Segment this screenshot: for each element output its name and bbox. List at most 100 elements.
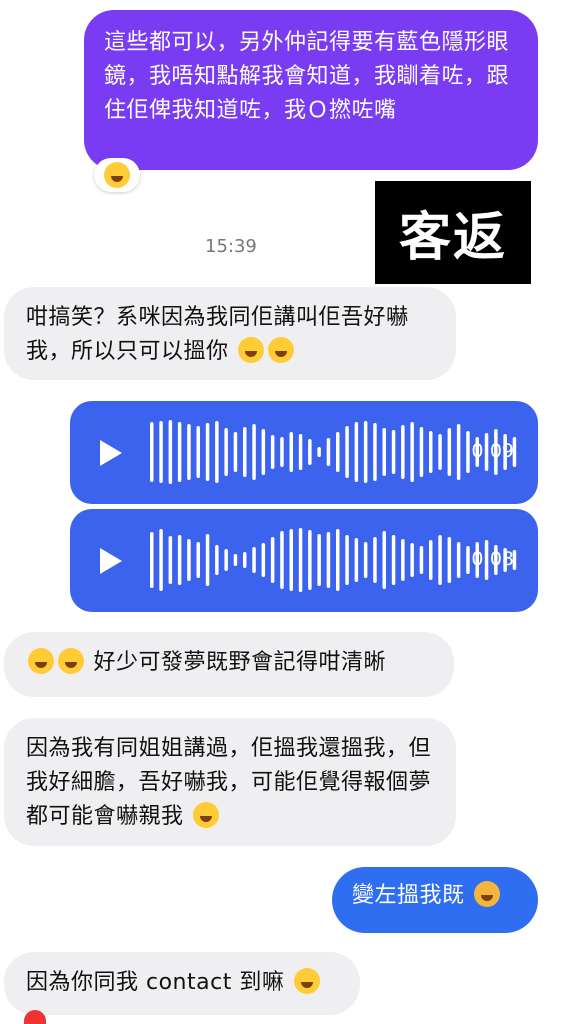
waveform-bar [354,422,359,482]
waveform-bar [429,540,433,580]
message-text: 因為你同我 contact 到嘛 [26,970,285,995]
waveform-bar [401,425,405,479]
message-text: 因為我有同姐姐講過，佢搵我還搵我，但我好細膽，吾好嚇我，可能佢覺得報個夢都可能會… [26,736,432,829]
waveform-bar [317,534,321,586]
waveform-bar [354,538,359,582]
waveform-bar [456,542,461,578]
waveform-bar [261,543,266,577]
waveform [150,528,517,592]
waveform-bar [215,545,219,575]
waveform-bar [298,528,303,592]
incoming-message[interactable]: 好少可發夢既野會記得咁清晰 [4,632,454,697]
waveform-bar [317,447,321,457]
waveform-bar [177,535,182,585]
waveform-bar [215,421,219,483]
overlay-badge: 客返 [375,181,531,284]
waveform-bar [243,552,247,568]
waveform-bar [438,434,442,470]
incoming-message[interactable]: 咁搞笑？系咪因為我同佢講叫佢吾好嚇我，所以只可以搵你 [4,287,456,380]
waveform-bar [401,539,405,581]
outgoing-message[interactable]: 這些都可以，另外仲記得要有藍色隱形眼鏡，我唔知點解我會知道，我瞓着咗，跟住佢俾我… [84,10,538,170]
incoming-message[interactable]: 因為你同我 contact 到嘛 [4,952,360,1015]
waveform-bar [280,531,284,589]
waveform-bar [382,428,386,476]
waveform-bar [382,531,386,589]
waveform-bar [168,536,173,584]
waveform-bar [308,439,312,465]
rofl-emoji-icon [193,802,220,828]
waveform-bar [159,421,163,483]
waveform-bar [456,424,461,480]
waveform-bar [447,428,452,476]
voice-duration: 0:08 [471,548,514,570]
waveform-bar [177,422,182,482]
message-text: 這些都可以，另外仲記得要有藍色隱形眼鏡，我唔知點解我會知道，我瞓着咗，跟住佢俾我… [104,30,510,123]
waveform-bar [419,427,424,477]
rofl-emoji-icon [268,337,295,363]
waveform-bar [373,423,377,481]
rofl-emoji-icon [28,648,54,674]
waveform-bar [280,437,284,467]
incoming-message[interactable]: 因為我有同姐姐講過，佢搵我還搵我，但我好細膽，吾好嚇我，可能佢覺得報個夢都可能會… [4,718,456,846]
waveform-bar [363,421,368,483]
waveform-bar [168,420,173,484]
waveform-bar [410,422,414,482]
play-icon[interactable] [100,440,122,466]
voice-message[interactable]: 0:08 [70,509,538,612]
waveform-bar [336,432,340,472]
laugh-emoji-icon [104,162,130,188]
message-text: 咁搞笑？系咪因為我同佢講叫佢吾好嚇我，所以只可以搵你 [26,305,409,364]
laugh-emoji-icon [293,968,320,994]
waveform-bar [289,529,293,591]
waveform-bar [447,537,452,583]
message-reaction[interactable] [94,158,140,192]
waveform-bar [205,534,210,586]
waveform-bar [363,542,368,578]
waveform-bar [373,537,377,583]
waveform-bar [298,434,303,470]
waveform-bar [438,535,442,585]
waveform-bar [233,554,238,566]
waveform-bar [466,431,470,473]
timestamp: 15:39 [205,236,257,257]
outgoing-message[interactable]: 變左搵我既 [332,867,538,933]
waveform-bar [196,426,200,478]
waveform-bar [243,427,247,477]
voice-duration: 0:09 [471,440,514,462]
waveform-bar [233,432,238,472]
waveform-bar [187,539,191,581]
waveform-bar [345,535,349,585]
play-icon[interactable] [100,548,122,574]
waveform-bar [224,428,228,476]
waveform-bar [429,431,433,473]
waveform-bar [261,429,266,475]
waveform-bar [205,423,210,481]
waveform-bar [150,422,154,482]
waveform-bar [252,424,256,480]
waveform-bar [150,532,154,588]
waveform-bar [419,546,424,574]
message-text: 變左搵我既 [352,883,465,908]
rofl-emoji-icon [238,337,265,363]
waveform [150,420,517,484]
waveform-bar [308,530,312,590]
waveform-bar [391,430,396,474]
waveform-bar [326,532,331,588]
waveform-bar [270,435,275,469]
waveform-bar [159,529,163,591]
waveform-bar [196,542,200,578]
waveform-bar [270,537,275,583]
waveform-bar [336,529,340,591]
waveform-bar [187,424,191,480]
voice-message[interactable]: 0:09 [70,401,538,504]
waveform-bar [252,547,256,573]
message-text: 好少可發夢既野會記得咁清晰 [93,650,387,675]
waveform-bar [289,432,293,472]
waveform-bar [391,535,396,585]
waveform-bar [326,438,331,466]
rofl-emoji-icon [58,648,84,674]
waveform-bar [345,426,349,478]
waveform-bar [224,549,228,571]
cat-laugh-emoji-icon [474,881,501,907]
waveform-bar [466,546,470,574]
